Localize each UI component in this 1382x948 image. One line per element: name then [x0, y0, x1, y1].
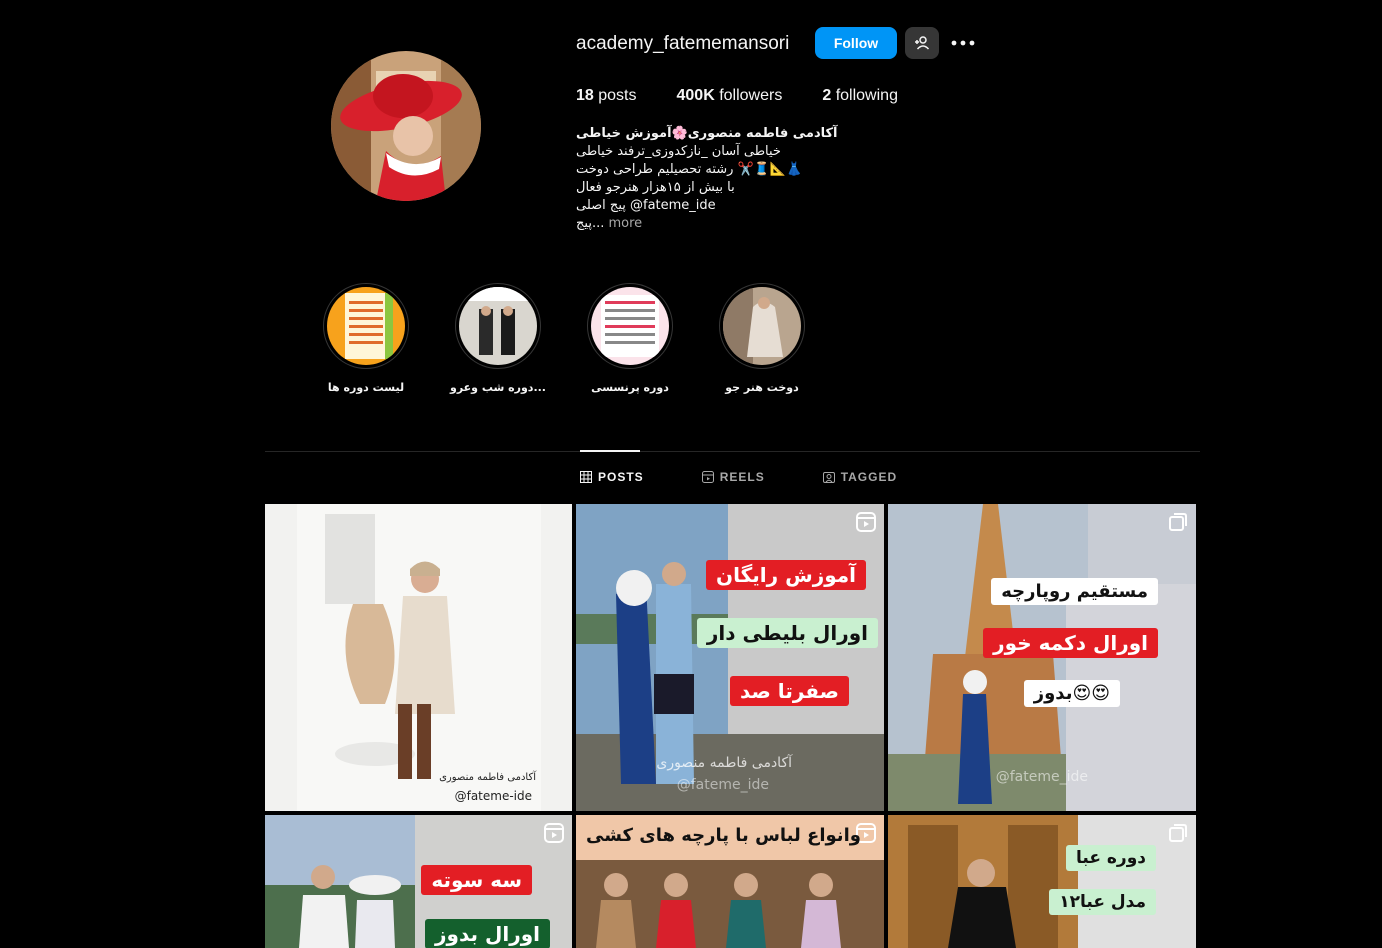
followers-link[interactable]: 400K followers: [677, 87, 783, 105]
post-caption-overlay: ۱۲مدل عبا: [1049, 889, 1156, 915]
profile-tabs: POSTS REELS TAGGED: [580, 470, 897, 484]
tab-tagged[interactable]: TAGGED: [822, 470, 897, 484]
bio-line: پیج اصلی @fateme_ide: [576, 198, 716, 213]
highlight-item[interactable]: دوخت هنر جو: [696, 283, 828, 394]
bio-line: رشته تحصیلیم طراحی دوخت ✂️🧵📐👗: [576, 162, 803, 177]
post-watermark: @fateme-ide: [454, 789, 532, 803]
evening-dress-thumbnail: [459, 287, 537, 365]
post-caption-overlay: وانواع لباس با پارچه های کشی: [586, 825, 861, 846]
reel-icon: [856, 512, 876, 532]
post-thumbnail[interactable]: آموزش رایگان اورال بلیطی دار صفرتا صد آک…: [576, 504, 884, 811]
highlight-item[interactable]: لیست دوره ها: [300, 283, 432, 394]
post-thumbnail[interactable]: وانواع لباس با پارچه های کشی: [576, 815, 884, 948]
tab-reels[interactable]: REELS: [701, 470, 765, 484]
post-caption-overlay: دوره عبا: [1066, 845, 1156, 871]
post-caption-overlay: آموزش رایگان: [706, 560, 866, 590]
tabs-divider: [265, 451, 1200, 452]
post-watermark: @fateme_ide: [995, 769, 1088, 785]
course-list-thumbnail: [327, 287, 405, 365]
bio-line: خیاطی آسان _نازکدوزی_ترفند خیاطی: [576, 144, 781, 159]
post-thumbnail[interactable]: مستقیم روپارچه اورال دکمه خور بدوز😍😍 @fa…: [888, 504, 1196, 811]
active-tab-indicator: [580, 450, 640, 452]
post-caption-overlay: اورال دکمه خور: [983, 628, 1158, 658]
post-caption-overlay: سه سوته: [421, 865, 532, 895]
grid-icon: [580, 471, 592, 483]
bio-name: آکادمی فاطمه منصوری🌸آموزش خیاطی: [576, 126, 838, 141]
student-sewing-thumbnail: [723, 287, 801, 365]
posts-count: 18 posts: [576, 87, 637, 104]
post-caption-overlay: مستقیم روپارچه: [991, 578, 1158, 605]
more-options-icon: [951, 40, 975, 46]
tab-posts[interactable]: POSTS: [580, 470, 644, 484]
reel-icon: [544, 823, 564, 843]
following-link[interactable]: 2 following: [822, 87, 898, 105]
tagged-icon: [822, 472, 835, 483]
highlight-label: دوره پرنسسی: [591, 381, 669, 394]
post-caption-overlay: اورال بلیطی دار: [696, 618, 878, 648]
princess-course-thumbnail: [591, 287, 669, 365]
post-thumbnail[interactable]: آکادمی فاطمه منصوری @fateme-ide: [265, 504, 572, 811]
suggested-users-button[interactable]: [905, 27, 939, 59]
post-caption-overlay: صفرتا صد: [729, 676, 849, 706]
bio-line: با بیش از ۱۵هزار هنرجو فعال: [576, 180, 735, 195]
highlight-label: دوره شب وعرو...: [449, 381, 546, 394]
reels-icon: [701, 471, 714, 483]
post-caption-overlay: بدوز😍😍: [1023, 680, 1120, 707]
post-caption-overlay: اورال بدوز: [425, 919, 550, 948]
profile-bio: آکادمی فاطمه منصوری🌸آموزش خیاطی خیاطی آس…: [576, 125, 896, 233]
follow-button[interactable]: Follow: [815, 27, 897, 59]
bio-more-link[interactable]: more: [608, 216, 642, 231]
profile-avatar[interactable]: [331, 51, 481, 201]
story-highlights: لیست دوره ها دوره شب وعرو... دوره پرنسسی…: [300, 283, 828, 394]
post-thumbnail[interactable]: سه سوته اورال بدوز: [265, 815, 572, 948]
post-watermark: آکادمی فاطمه منصوری: [439, 772, 536, 783]
carousel-icon: [1169, 824, 1187, 842]
add-user-icon: [915, 36, 930, 50]
post-watermark: آکادمی فاطمه منصوری: [656, 755, 792, 771]
carousel-icon: [1169, 513, 1187, 531]
highlight-label: دوخت هنر جو: [725, 381, 799, 394]
post-thumbnail[interactable]: دوره عبا ۱۲مدل عبا: [888, 815, 1196, 948]
bio-line-truncated: پیج... more: [576, 216, 643, 231]
options-button[interactable]: [950, 30, 976, 56]
profile-username: academy_fatememansori: [576, 33, 790, 54]
highlight-label: لیست دوره ها: [327, 381, 405, 394]
highlight-item[interactable]: دوره پرنسسی: [564, 283, 696, 394]
profile-stats: 18 posts 400K followers 2 following: [576, 87, 898, 105]
post-watermark: @fateme_ide: [676, 777, 769, 793]
highlight-item[interactable]: دوره شب وعرو...: [432, 283, 564, 394]
